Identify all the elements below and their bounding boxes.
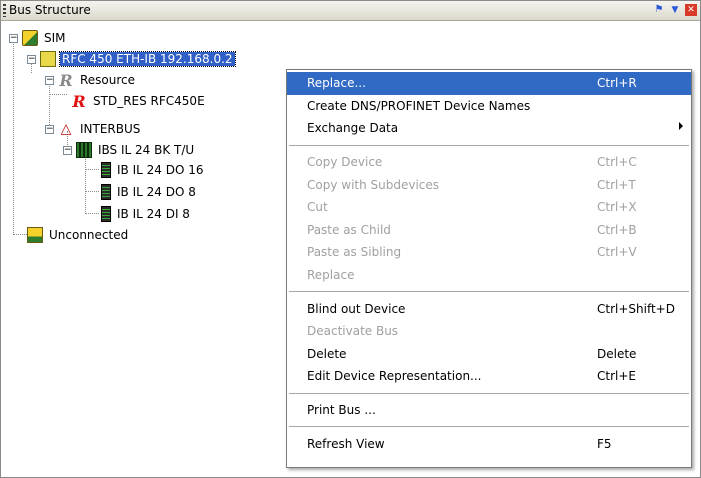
menu-item-refresh-view[interactable]: Refresh View F5 [287,432,691,455]
tree-line [85,151,86,214]
tree-node-do8[interactable]: IB IL 24 DO 8 [101,183,198,201]
menu-item-edit-device-representation[interactable]: Edit Device Representation... Ctrl+E [287,365,691,388]
menu-item-exchange-data[interactable]: Exchange Data [287,117,691,140]
menu-item-shortcut: Delete [597,346,637,361]
menu-item-deactivate-bus[interactable]: Deactivate Bus [287,320,691,343]
titlebar-controls: ⚑ ▼ ✕ [653,4,697,16]
menu-item-copy-with-subdevices[interactable]: Copy with Subdevices Ctrl+T [287,173,691,196]
tree-node-std-res[interactable]: R STD_RES RFC450E [71,91,207,111]
pin-icon[interactable]: ⚑ [653,4,665,16]
menu-item-copy-device[interactable]: Copy Device Ctrl+C [287,151,691,174]
controller-icon [40,51,56,67]
collapse-icon[interactable]: − [45,75,54,85]
tree-node-label: IB IL 24 DO 16 [117,163,204,177]
tree-node-sim[interactable]: − SIM [9,29,68,47]
menu-item-label: Refresh View [307,436,385,451]
menu-item-paste-as-child[interactable]: Paste as Child Ctrl+B [287,219,691,242]
menu-item-shortcut: Ctrl+V [597,245,637,260]
menu-item-print-bus[interactable]: Print Bus ... [287,399,691,422]
menu-item-label: Paste as Child [307,222,391,237]
grip-icon[interactable] [3,4,6,17]
menu-item-label: Edit Device Representation... [307,369,482,384]
menu-item-create-dns-names[interactable]: Create DNS/PROFINET Device Names [287,95,691,118]
tree-node-interbus[interactable]: − △ INTERBUS [45,120,142,138]
menu-item-label: Exchange Data [307,121,399,136]
menu-item-replace-dialog[interactable]: Replace... Ctrl+R [287,72,691,95]
menu-item-label: Replace... [307,76,366,91]
tree-node-unconnected[interactable]: Unconnected [27,226,130,244]
menu-item-shortcut: Ctrl+B [597,222,637,237]
tree-node-label: Resource [80,73,136,87]
menu-separator [289,144,689,146]
tree-node-di8[interactable]: IB IL 24 DI 8 [101,205,192,223]
menu-item-replace[interactable]: Replace [287,264,691,287]
dropdown-icon[interactable]: ▼ [669,4,681,16]
tree-node-rfc[interactable]: − RFC 450 ETH-IB 192.168.0.2 [27,50,236,68]
tree-line [85,213,99,214]
tree-node-label: SIM [44,31,66,45]
unconnected-icon [27,227,43,243]
menu-item-label: Deactivate Bus [307,324,399,339]
menu-item-shortcut: Ctrl+T [597,177,636,192]
collapse-icon[interactable]: − [45,124,54,134]
close-icon[interactable]: ✕ [685,4,697,16]
module-icon [101,184,111,200]
menu-item-cut[interactable]: Cut Ctrl+X [287,196,691,219]
bus-coupler-icon [76,142,92,158]
tree-node-do16[interactable]: IB IL 24 DO 16 [101,161,205,179]
panel-title: Bus Structure [9,3,91,17]
menu-separator [289,426,689,428]
menu-item-shortcut: F5 [597,436,612,451]
menu-item-shortcut: Ctrl+E [597,369,636,384]
collapse-icon[interactable]: − [27,54,36,64]
menu-item-shortcut: Ctrl+X [597,200,637,215]
panel-titlebar[interactable]: Bus Structure ⚑ ▼ ✕ [1,1,700,21]
resource-icon: R [59,70,73,90]
tree-line [49,94,67,95]
tree-node-label: INTERBUS [80,122,141,136]
tree-line [85,169,99,170]
context-menu: Replace... Ctrl+R Create DNS/PROFINET De… [286,69,692,468]
tree-node-label: STD_RES RFC450E [93,94,205,108]
menu-item-label: Copy with Subdevices [307,177,440,192]
menu-item-shortcut: Ctrl+Shift+D [597,301,675,316]
submenu-arrow-icon [679,122,683,131]
menu-item-delete[interactable]: Delete Delete [287,343,691,366]
menu-item-label: Print Bus ... [307,403,376,418]
collapse-icon[interactable]: − [63,145,72,155]
tree-node-label: RFC 450 ETH-IB 192.168.0.2 [59,51,236,67]
tree-node-ibs[interactable]: − IBS IL 24 BK T/U [63,141,196,159]
collapse-icon[interactable]: − [9,33,18,43]
interbus-icon: △ [60,121,72,137]
tree-line [85,191,99,192]
tree-node-resource[interactable]: − R Resource [45,70,137,90]
resource-icon: R [72,91,86,111]
module-icon [101,162,111,178]
menu-item-label: Replace [307,268,355,283]
module-icon [101,206,111,222]
tree-line [13,41,14,235]
menu-item-shortcut: Ctrl+C [597,155,637,170]
menu-item-blind-out-device[interactable]: Blind out Device Ctrl+Shift+D [287,297,691,320]
tree-node-label: IB IL 24 DI 8 [117,207,190,221]
project-icon [22,30,38,46]
tree-line [13,234,27,235]
menu-separator [289,392,689,394]
menu-item-shortcut: Ctrl+R [597,76,637,91]
menu-item-label: Create DNS/PROFINET Device Names [307,98,531,113]
menu-item-label: Blind out Device [307,301,406,316]
menu-item-paste-as-sibling[interactable]: Paste as Sibling Ctrl+V [287,241,691,264]
menu-item-label: Delete [307,346,347,361]
menu-item-label: Copy Device [307,155,383,170]
tree-node-label: IBS IL 24 BK T/U [98,143,195,157]
tree-node-label: IB IL 24 DO 8 [117,185,196,199]
menu-item-label: Cut [307,200,328,215]
menu-item-label: Paste as Sibling [307,245,402,260]
tree-node-label: Unconnected [49,228,129,242]
menu-separator [289,291,689,293]
